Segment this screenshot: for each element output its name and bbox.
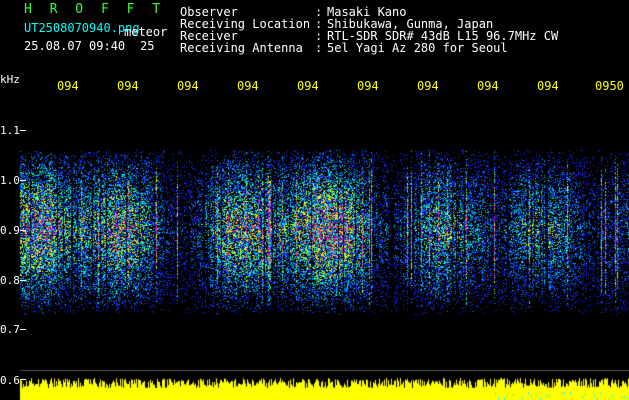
antenna-value: 5el Yagi Az 280 for Seoul xyxy=(327,41,508,55)
x-tick-label: 094 xyxy=(177,79,199,93)
y-tick-label: 1.1 xyxy=(0,124,20,137)
axis-unit: kHz xyxy=(0,73,20,86)
y-tick-mark xyxy=(20,379,26,380)
y-tick-label: 0.6 xyxy=(0,374,20,387)
antenna-label: Receiving Antenna xyxy=(180,41,303,55)
y-tick-label: 0.9 xyxy=(0,224,20,237)
y-tick-mark xyxy=(20,230,26,231)
y-tick-label: 0.7 xyxy=(0,323,20,336)
x-tick-label: 094 xyxy=(417,79,439,93)
meteor-count: 25 xyxy=(140,39,155,53)
filename: UT2508070940.png xyxy=(24,21,140,35)
y-tick-label: 1.0 xyxy=(0,174,20,187)
x-tick-label: 094 xyxy=(237,79,259,93)
y-tick-label: 0.8 xyxy=(0,274,20,287)
x-tick-label: 094 xyxy=(297,79,319,93)
y-tick-mark xyxy=(20,180,26,181)
x-tick-label: 0950 xyxy=(595,79,624,93)
x-tick-label: 094 xyxy=(537,79,559,93)
x-tick-label: 094 xyxy=(117,79,139,93)
meteor-label: meteor xyxy=(124,25,168,39)
y-tick-mark xyxy=(20,280,26,281)
app-title: H R O F F T xyxy=(24,2,166,17)
spectrogram-canvas xyxy=(0,0,629,400)
x-tick-label: 094 xyxy=(477,79,499,93)
x-tick-label: 094 xyxy=(57,79,79,93)
x-tick-label: 094 xyxy=(357,79,379,93)
y-tick-mark xyxy=(20,130,26,131)
y-tick-mark xyxy=(20,329,26,330)
antenna-sep: : xyxy=(315,41,323,55)
datetime: 25.08.07 09:40 xyxy=(24,39,126,53)
